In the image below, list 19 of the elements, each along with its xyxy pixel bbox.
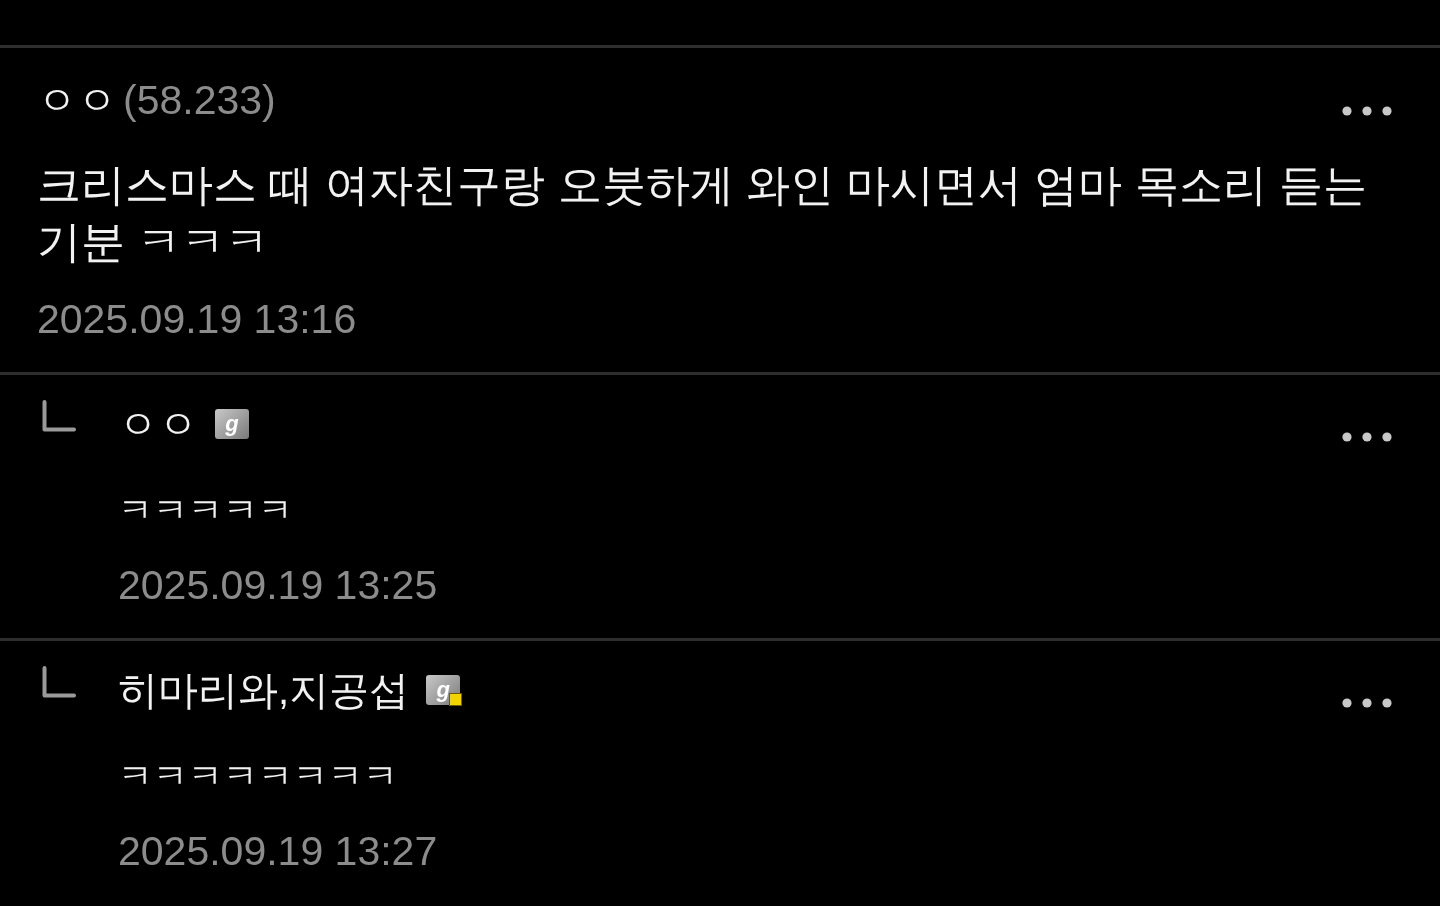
more-dots-icon xyxy=(1342,106,1392,116)
reply-text: ㅋㅋㅋㅋㅋ xyxy=(118,489,294,531)
reply-text: ㅋㅋㅋㅋㅋㅋㅋㅋ xyxy=(118,755,399,797)
ip-address: (58.233) xyxy=(123,76,276,125)
more-dots-icon xyxy=(1342,432,1392,442)
reply-timestamp: 2025.09.19 13:27 xyxy=(118,827,439,876)
nick-badge: g xyxy=(215,409,249,439)
comment-text: 크리스마스 때 여자친구랑 오붓하게 와인 마시면서 엄마 목소리 듣는 기분 ㅋㅋㅋ xyxy=(37,159,1368,268)
reply-timestamp: 2025.09.19 13:25 xyxy=(118,561,439,610)
more-button[interactable] xyxy=(1342,432,1392,442)
more-dots-icon xyxy=(1342,698,1392,708)
author-name: ㅇㅇ xyxy=(118,401,198,448)
reply-corner-icon xyxy=(42,666,76,698)
reply-corner-icon xyxy=(42,400,76,432)
comment-timestamp: 2025.09.19 13:16 xyxy=(37,295,358,344)
more-button[interactable] xyxy=(1342,106,1392,116)
author-name: 히마리와,지공섭 xyxy=(118,667,410,714)
author-name: ㅇㅇ xyxy=(37,77,117,124)
more-button[interactable] xyxy=(1342,698,1392,708)
